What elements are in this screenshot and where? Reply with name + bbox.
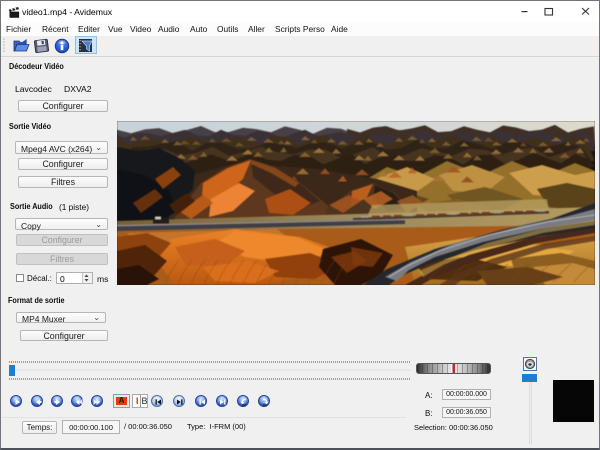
svg-text:60: 60 (262, 403, 267, 408)
svg-text:60: 60 (241, 403, 246, 408)
